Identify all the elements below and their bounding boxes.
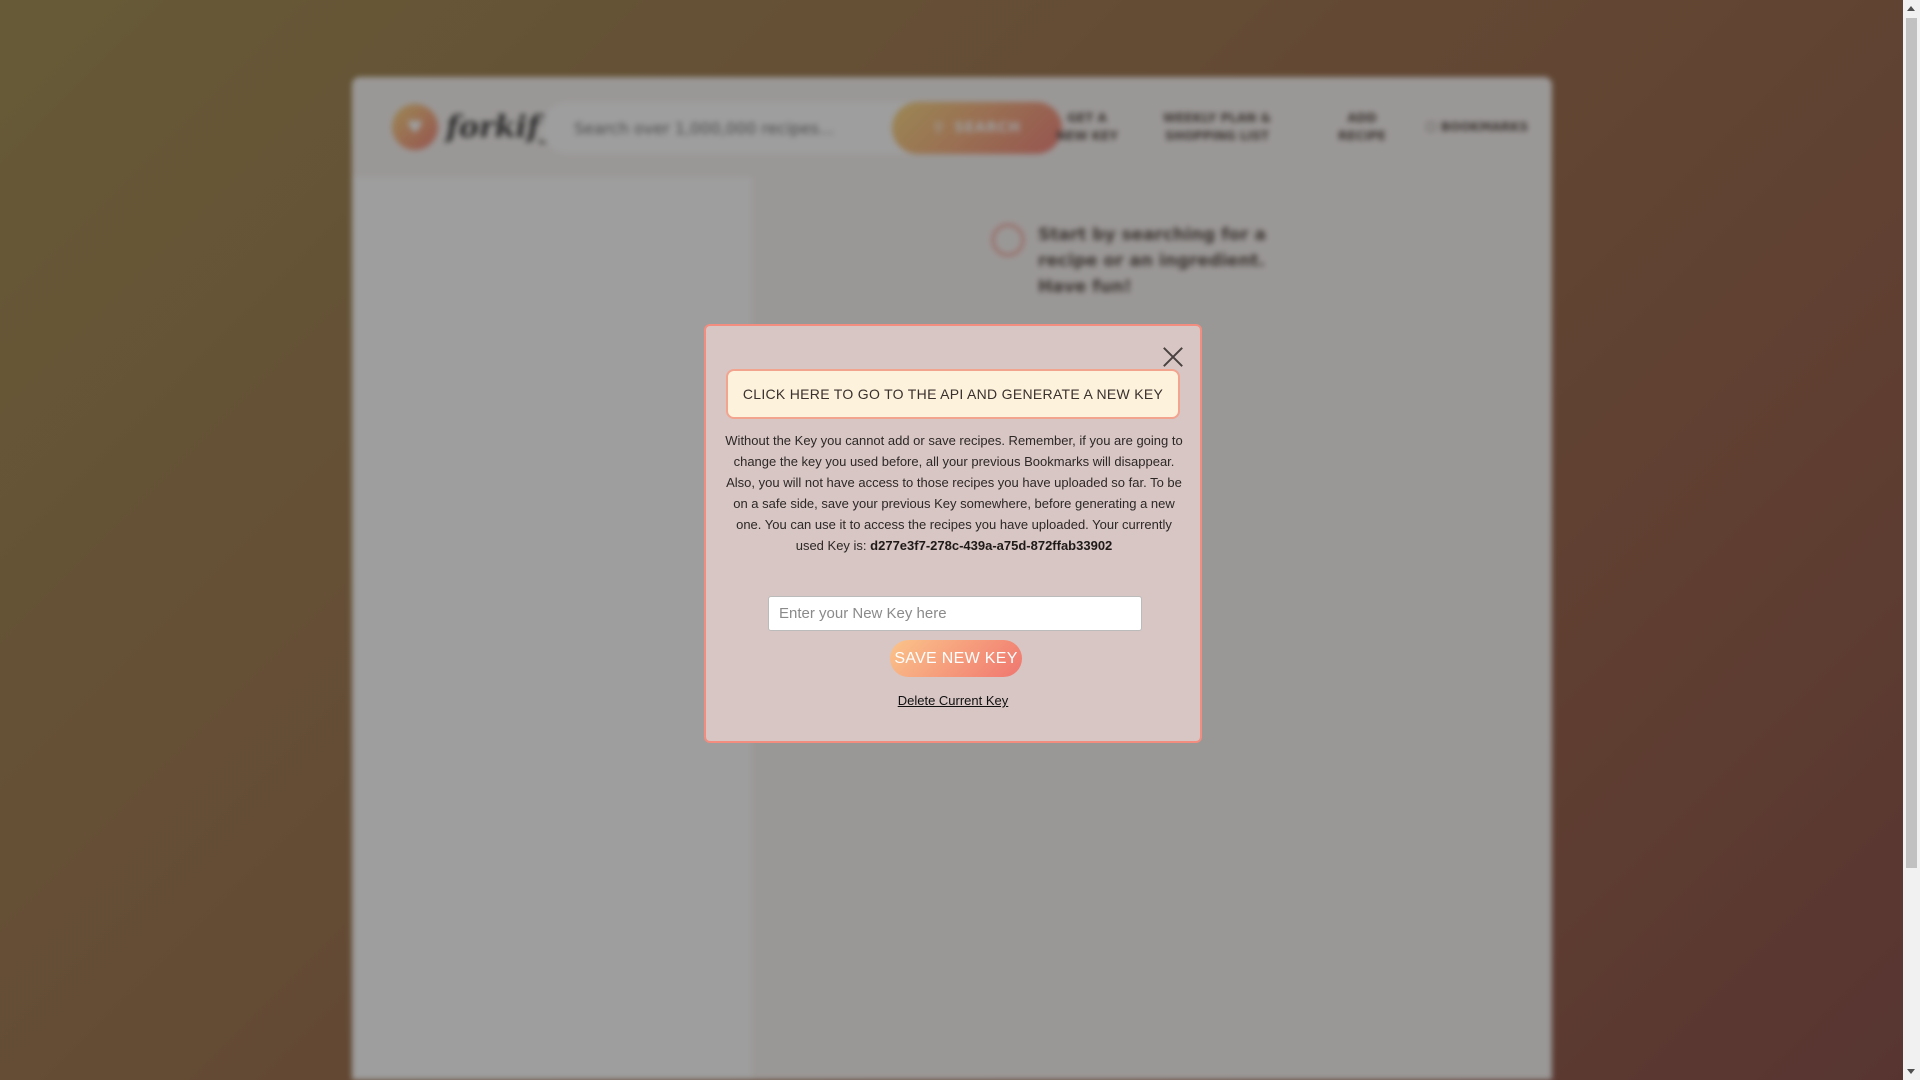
- new-key-modal: CLICK HERE TO GO TO THE API AND GENERATE…: [704, 324, 1202, 743]
- close-icon[interactable]: [1160, 344, 1186, 370]
- current-key-value: d277e3f7-278c-439a-a75d-872ffab33902: [870, 538, 1113, 553]
- scroll-thumb[interactable]: [1906, 18, 1917, 868]
- delete-current-key-link[interactable]: Delete Current Key: [706, 693, 1200, 708]
- info-paragraph-2: Also, you will not have access to those …: [724, 472, 1184, 556]
- scroll-up-arrow[interactable]: [1907, 6, 1915, 11]
- new-key-input[interactable]: [768, 596, 1142, 631]
- generate-key-link[interactable]: CLICK HERE TO GO TO THE API AND GENERATE…: [726, 369, 1180, 419]
- modal-info: Without the Key you cannot add or save r…: [724, 430, 1184, 556]
- scroll-down-arrow[interactable]: [1907, 1069, 1915, 1074]
- info-paragraph-1: Without the Key you cannot add or save r…: [725, 433, 1183, 469]
- save-new-key-button[interactable]: SAVE NEW KEY: [890, 640, 1022, 677]
- page-scrollbar[interactable]: [1903, 0, 1920, 1080]
